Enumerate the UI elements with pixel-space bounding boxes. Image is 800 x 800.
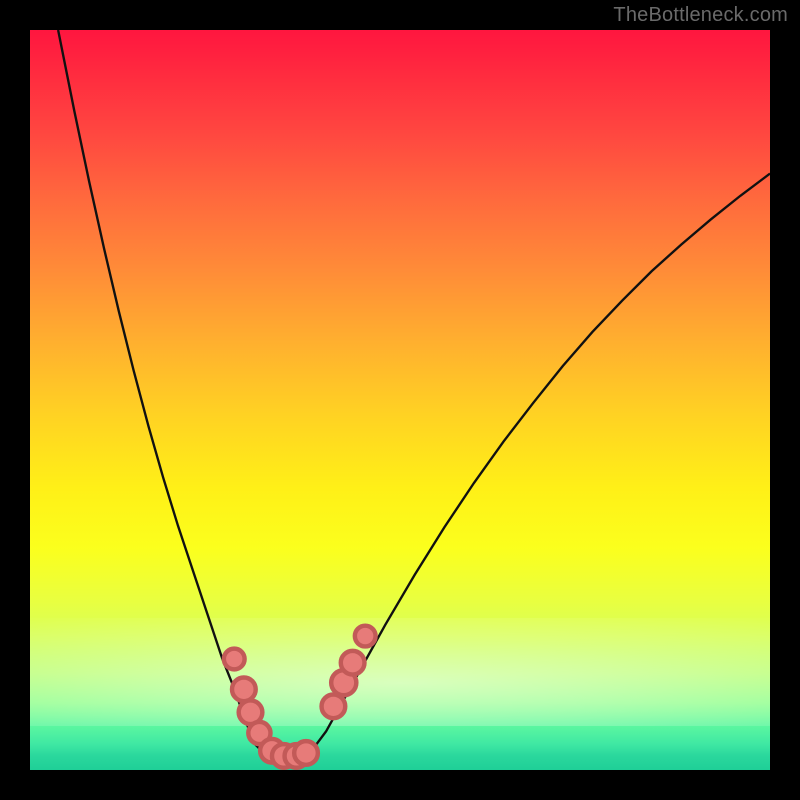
curve-bead: [341, 651, 365, 675]
curve-bead: [224, 649, 245, 670]
bottleneck-curve: [58, 30, 770, 759]
curve-bead: [232, 678, 256, 702]
watermark-text: TheBottleneck.com: [613, 4, 788, 27]
curve-layer: [30, 30, 770, 770]
plot-area: [30, 30, 770, 770]
chart-frame: TheBottleneck.com: [0, 0, 800, 800]
curve-bead: [322, 695, 346, 719]
curve-bead: [355, 626, 376, 647]
curve-bead: [294, 741, 318, 765]
